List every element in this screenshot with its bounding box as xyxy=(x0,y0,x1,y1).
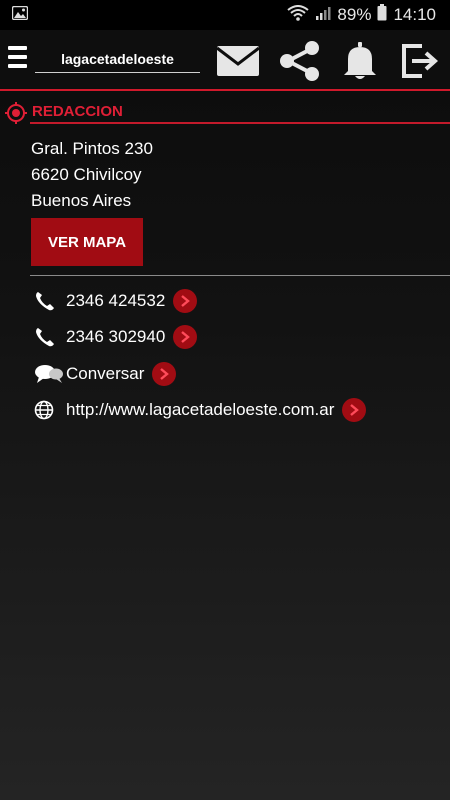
app-bar: lagacetadeloeste xyxy=(0,30,450,88)
contact-website[interactable]: http://www.lagacetadeloeste.com.ar xyxy=(34,396,367,424)
contact-chat[interactable]: Conversar xyxy=(34,360,177,388)
share-icon[interactable] xyxy=(278,41,322,81)
logout-icon[interactable] xyxy=(398,42,442,80)
chat-label: Conversar xyxy=(66,364,145,383)
mail-icon[interactable] xyxy=(216,42,260,80)
target-icon xyxy=(5,102,27,129)
divider xyxy=(30,275,450,276)
section-header: REDACCION xyxy=(5,100,450,124)
phone-icon xyxy=(34,326,66,348)
chevron-right-icon[interactable] xyxy=(173,289,198,313)
battery-icon xyxy=(377,4,387,26)
address-line: Gral. Pintos 230 xyxy=(31,139,153,158)
contact-phone-1[interactable]: 2346 424532 xyxy=(34,287,198,315)
phone-number: 2346 302940 xyxy=(66,327,166,346)
chevron-right-icon[interactable] xyxy=(152,362,177,386)
address-line: Buenos Aires xyxy=(31,191,132,210)
globe-icon xyxy=(34,400,66,420)
wifi-icon xyxy=(287,4,310,26)
chevron-right-icon[interactable] xyxy=(342,398,367,422)
bell-icon[interactable] xyxy=(338,42,382,80)
phone-icon xyxy=(34,290,66,312)
website-link[interactable]: http://www.lagacetadeloeste.com.ar xyxy=(66,400,334,420)
signal-icon xyxy=(315,5,331,26)
section-title: REDACCION xyxy=(32,103,123,120)
gallery-notification-icon xyxy=(11,5,29,25)
chevron-right-icon[interactable] xyxy=(173,325,198,349)
title-field: lagacetadeloeste xyxy=(35,48,200,73)
status-bar: 89% 14:10 xyxy=(0,0,450,30)
view-map-button[interactable]: VER MAPA xyxy=(31,218,143,266)
section-underline xyxy=(30,122,450,124)
phone-number: 2346 424532 xyxy=(66,291,166,310)
clock: 14:10 xyxy=(393,5,436,24)
contact-phone-2[interactable]: 2346 302940 xyxy=(34,323,198,351)
chat-icon xyxy=(34,364,66,384)
app-title: lagacetadeloeste xyxy=(61,51,174,67)
address-line: 6620 Chivilcoy xyxy=(31,165,142,184)
appbar-accent-line xyxy=(0,89,450,91)
menu-icon[interactable] xyxy=(8,46,28,72)
battery-percent: 89% xyxy=(337,5,372,24)
